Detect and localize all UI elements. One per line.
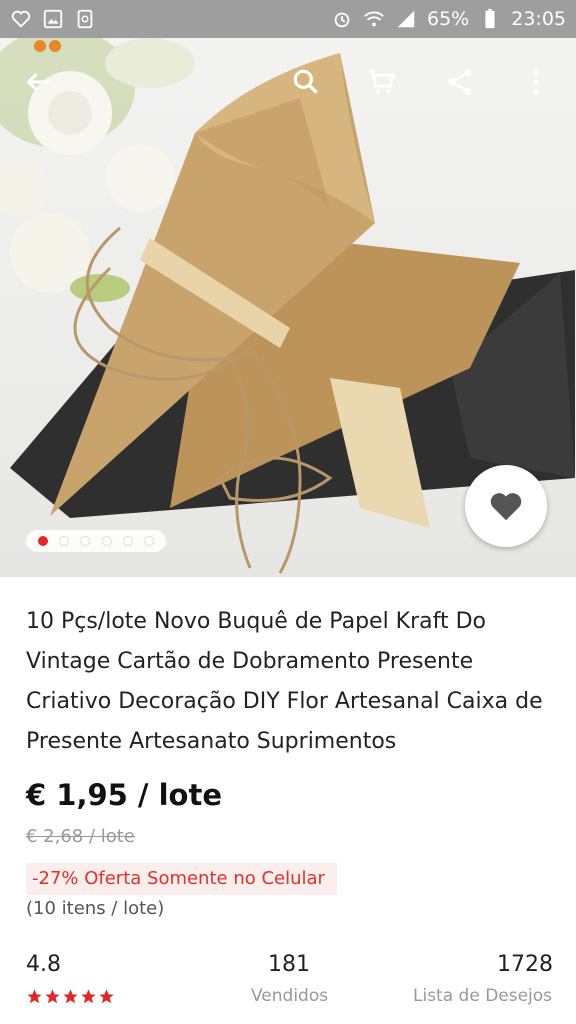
share-icon	[448, 69, 472, 95]
more-button[interactable]	[516, 62, 556, 102]
status-bar: 65% 23:05	[0, 0, 576, 38]
back-button[interactable]	[18, 62, 58, 102]
product-title: 10 Pçs/lote Novo Buquê de Papel Kraft Do…	[26, 609, 543, 754]
share-button[interactable]	[440, 62, 480, 102]
back-arrow-icon	[26, 72, 49, 92]
star-icon	[81, 989, 96, 1004]
search-icon	[293, 69, 318, 94]
wifi-icon	[363, 8, 385, 30]
star-icon	[45, 989, 60, 1004]
wishlist-count: 1728	[497, 952, 553, 977]
recycle-icon	[74, 8, 96, 30]
alarm-icon	[331, 8, 353, 30]
gallery-dot[interactable]	[144, 536, 155, 546]
gallery-dot[interactable]	[101, 536, 112, 546]
clock: 23:05	[511, 8, 566, 30]
product-stats: 4.8 181 Vendidos 1728 Lista de Desejos	[0, 948, 576, 1024]
more-vert-icon	[533, 70, 539, 94]
heart-outline-icon	[10, 8, 32, 30]
star-icon	[99, 989, 114, 1004]
star-icon	[27, 989, 42, 1004]
rating-value: 4.8	[26, 952, 61, 977]
gallery-pagination[interactable]	[26, 530, 166, 552]
gallery-dot[interactable]	[58, 536, 69, 546]
status-left	[10, 8, 96, 30]
sold-count: 181	[268, 952, 310, 977]
image-icon	[42, 8, 64, 30]
rating-stars	[26, 988, 115, 1005]
gallery-dot[interactable]	[80, 536, 91, 546]
battery-icon	[479, 8, 501, 30]
promo-badge: -27% Oferta Somente no Celular	[26, 863, 337, 895]
gallery-dot[interactable]	[37, 536, 48, 546]
cart-icon	[368, 69, 396, 94]
divider	[0, 576, 576, 577]
add-to-wishlist-button[interactable]	[465, 465, 547, 547]
battery-percent: 65%	[427, 8, 470, 30]
cart-button[interactable]	[362, 62, 402, 102]
signal-icon	[395, 8, 417, 30]
product-price: € 1,95 / lote	[26, 778, 223, 812]
wishlist-label: Lista de Desejos	[413, 986, 553, 1006]
unit-note: (10 itens / lote)	[26, 898, 165, 919]
original-price: € 2,68 / lote	[26, 826, 135, 847]
search-button[interactable]	[286, 62, 326, 102]
star-icon	[63, 989, 78, 1004]
heart-icon	[490, 493, 522, 521]
sold-label: Vendidos	[251, 986, 329, 1006]
gallery-dot[interactable]	[122, 536, 133, 546]
status-right: 65% 23:05	[331, 8, 566, 30]
image-toolbar	[0, 38, 576, 128]
